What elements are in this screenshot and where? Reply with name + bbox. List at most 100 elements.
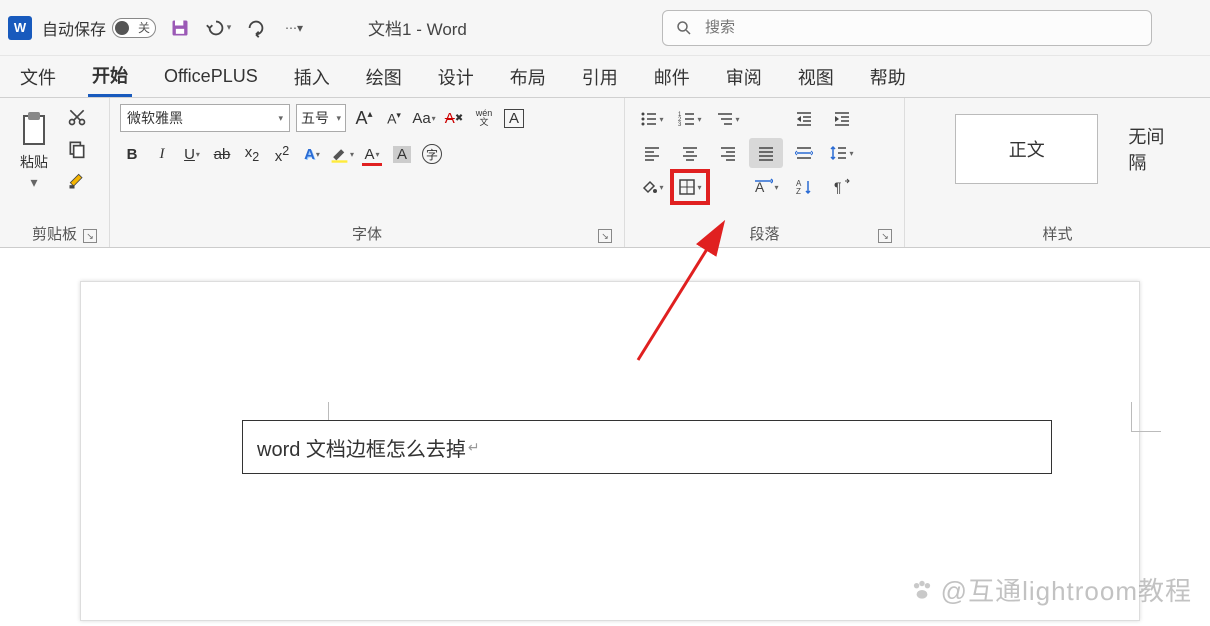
paint-bucket-icon	[640, 178, 658, 196]
undo-icon	[205, 17, 227, 39]
align-right-icon	[719, 144, 737, 162]
tab-officeplus[interactable]: OfficePLUS	[160, 60, 262, 93]
search-input[interactable]	[703, 18, 1139, 37]
clear-format-icon: A	[445, 110, 455, 127]
dialog-launcher-icon[interactable]: ↘	[878, 229, 892, 243]
tab-references[interactable]: 引用	[578, 58, 622, 96]
paw-icon	[909, 577, 935, 603]
tab-view[interactable]: 视图	[794, 58, 838, 96]
tab-home[interactable]: 开始	[88, 56, 132, 97]
enclose-characters-button[interactable]: 字	[420, 142, 444, 166]
tab-help[interactable]: 帮助	[866, 58, 910, 96]
dialog-launcher-icon[interactable]: ↘	[598, 229, 612, 243]
brush-icon	[67, 171, 87, 191]
search-box[interactable]	[662, 10, 1152, 46]
align-distributed-button[interactable]	[787, 138, 821, 168]
document-text-box[interactable]: word 文档边框怎么去掉↵	[242, 420, 1052, 474]
align-right-button[interactable]	[711, 138, 745, 168]
italic-button[interactable]: I	[150, 142, 174, 166]
numbering-button[interactable]: 123	[673, 104, 707, 134]
chevron-down-icon: ▾	[227, 22, 232, 33]
tab-draw[interactable]: 绘图	[362, 58, 406, 96]
character-border-button[interactable]: A	[502, 106, 526, 130]
highlight-icon	[330, 144, 349, 164]
dialog-launcher-icon[interactable]: ↘	[83, 229, 97, 243]
sort-button[interactable]: AZ	[787, 172, 821, 202]
save-button[interactable]	[166, 14, 194, 42]
style-normal[interactable]: 正文	[955, 114, 1098, 184]
tab-layout[interactable]: 布局	[506, 58, 550, 96]
font-name-value: 微软雅黑	[127, 108, 183, 128]
shrink-font-button[interactable]: A▾	[382, 106, 406, 130]
cut-button[interactable]	[64, 104, 90, 130]
svg-text:Z: Z	[796, 187, 801, 196]
line-spacing-button[interactable]	[825, 138, 859, 168]
tab-insert[interactable]: 插入	[290, 58, 334, 96]
show-hide-button[interactable]: ¶	[825, 172, 859, 202]
format-painter-button[interactable]	[64, 168, 90, 194]
copy-button[interactable]	[64, 136, 90, 162]
bullets-button[interactable]	[635, 104, 669, 134]
superscript-button[interactable]: x2	[270, 142, 294, 166]
asian-layout-button[interactable]: A	[749, 172, 783, 202]
style-normal-label: 正文	[1009, 136, 1045, 162]
qat-customize-button[interactable]: ⋯▾	[280, 14, 308, 42]
align-justify-button[interactable]	[749, 138, 783, 168]
paragraph-mark-icon: ↵	[468, 439, 480, 456]
document-title: 文档1 - Word	[368, 15, 467, 40]
pilcrow-icon: ¶	[833, 178, 851, 196]
borders-icon	[678, 178, 696, 196]
search-icon	[675, 19, 693, 37]
increase-indent-button[interactable]	[825, 104, 859, 134]
subscript-icon: x2	[245, 144, 259, 164]
shading-button[interactable]	[635, 172, 669, 202]
tab-review[interactable]: 审阅	[722, 58, 766, 96]
highlight-button[interactable]	[330, 142, 354, 166]
character-shading-button[interactable]: A	[390, 142, 414, 166]
text-effects-button[interactable]: A	[300, 142, 324, 166]
paste-button[interactable]: 粘贴 ▾	[10, 104, 58, 196]
bold-button[interactable]: B	[120, 142, 144, 166]
margin-corner-tr	[1131, 402, 1161, 432]
line-spacing-icon	[830, 144, 848, 162]
strikethrough-button[interactable]: ab	[210, 142, 234, 166]
underline-button[interactable]: U	[180, 142, 204, 166]
font-name-combo[interactable]: 微软雅黑▾	[120, 104, 290, 132]
autosave-toggle[interactable]: 自动保存 关	[42, 16, 156, 40]
phonetic-guide-button[interactable]: wén 文	[472, 106, 496, 130]
svg-text:¶: ¶	[834, 179, 842, 195]
grow-font-button[interactable]: A▴	[352, 106, 376, 130]
decrease-indent-button[interactable]	[787, 104, 821, 134]
enclose-icon: 字	[422, 144, 442, 164]
document-text: word 文档边框怎么去掉	[257, 433, 466, 462]
redo-button[interactable]	[242, 14, 270, 42]
font-color-button[interactable]: A	[360, 142, 384, 166]
superscript-icon: x2	[275, 144, 289, 165]
borders-button[interactable]	[673, 172, 707, 202]
overflow-icon: ⋯▾	[285, 21, 303, 35]
group-label-clipboard: 剪贴板↘	[10, 221, 99, 245]
underline-icon: U	[184, 146, 195, 163]
font-size-combo[interactable]: 五号▾	[296, 104, 346, 132]
toggle-switch[interactable]: 关	[112, 18, 156, 38]
increase-indent-icon	[833, 110, 851, 128]
font-color-icon: A	[364, 146, 374, 163]
align-center-button[interactable]	[673, 138, 707, 168]
multilevel-list-button[interactable]	[711, 104, 745, 134]
subscript-button[interactable]: x2	[240, 142, 264, 166]
align-justify-icon	[757, 144, 775, 162]
ribbon-tabs: 文件 开始 OfficePLUS 插入 绘图 设计 布局 引用 邮件 审阅 视图…	[0, 56, 1210, 98]
group-font: 微软雅黑▾ 五号▾ A▴ A▾ Aa A✖ wén 文 A B I U ab x…	[110, 98, 625, 247]
tab-mailings[interactable]: 邮件	[650, 58, 694, 96]
tab-design[interactable]: 设计	[434, 58, 478, 96]
style-no-spacing[interactable]: 无间隔	[1128, 123, 1180, 175]
tab-file[interactable]: 文件	[16, 58, 60, 96]
change-case-button[interactable]: Aa	[412, 106, 436, 130]
undo-button[interactable]: ▾	[204, 14, 232, 42]
group-paragraph: 123 A AZ ¶ 段落↘	[625, 98, 905, 247]
align-left-icon	[643, 144, 661, 162]
align-left-button[interactable]	[635, 138, 669, 168]
clear-formatting-button[interactable]: A✖	[442, 106, 466, 130]
style-no-spacing-label: 无间隔	[1128, 127, 1164, 173]
toggle-knob	[115, 21, 129, 35]
